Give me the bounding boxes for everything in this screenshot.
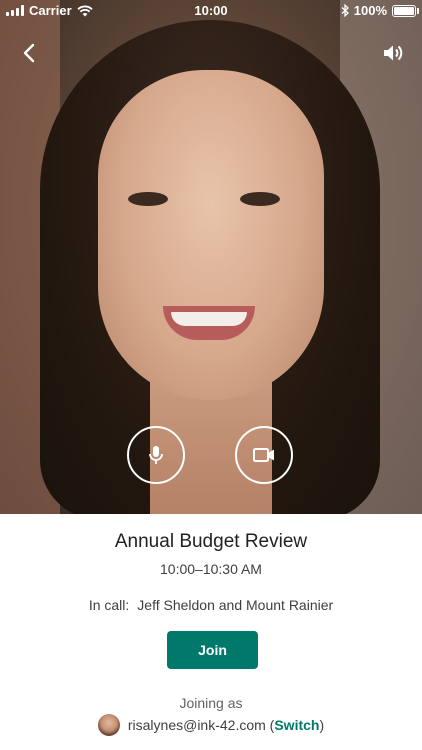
- in-call-participants: Jeff Sheldon and Mount Rainier: [137, 597, 334, 613]
- camera-toggle[interactable]: [235, 426, 293, 484]
- camera-preview: [0, 0, 422, 514]
- join-button[interactable]: Join: [167, 631, 258, 669]
- microphone-toggle[interactable]: [127, 426, 185, 484]
- in-call-label: In call:: [88, 597, 130, 613]
- avatar: [97, 714, 120, 736]
- account-email: risalynes@ink-42.com: [127, 717, 266, 733]
- audio-output-button[interactable]: [378, 38, 408, 68]
- switch-account-link[interactable]: Switch: [274, 717, 319, 733]
- back-button[interactable]: [14, 38, 44, 68]
- microphone-icon: [149, 446, 163, 464]
- in-call-info: In call: Jeff Sheldon and Mount Rainier: [0, 597, 422, 613]
- account-row: risalynes@ink-42.com (Switch): [0, 714, 422, 736]
- joining-as-label: Joining as: [179, 695, 243, 711]
- meeting-time: 10:00–10:30 AM: [160, 561, 262, 577]
- battery-percent: 100%: [353, 3, 387, 18]
- self-view-face: [98, 70, 324, 400]
- status-bar: Carrier 10:00 100%: [0, 0, 422, 22]
- chevron-left-icon: [23, 43, 35, 63]
- battery-icon: [392, 4, 419, 17]
- meeting-title: Annual Budget Review: [114, 531, 308, 552]
- bluetooth-icon: [341, 4, 349, 17]
- speaker-icon: [384, 45, 403, 61]
- video-camera-icon: [253, 448, 274, 462]
